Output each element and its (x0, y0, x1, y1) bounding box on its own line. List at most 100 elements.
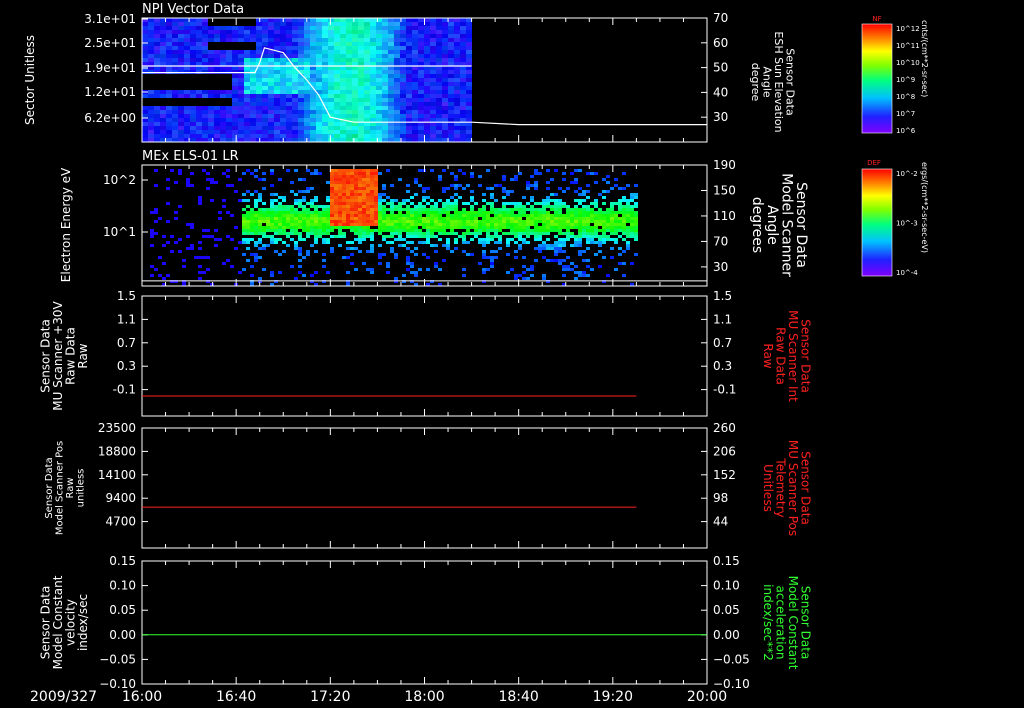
heat-cell (460, 30, 466, 34)
heat-cell (406, 26, 412, 30)
heat-cell (436, 94, 442, 98)
heat-cell (340, 94, 346, 98)
heat-cell (378, 205, 382, 208)
heat-cell (148, 130, 154, 134)
heat-cell (310, 202, 314, 205)
heat-cell (310, 70, 316, 74)
heat-cell (342, 232, 346, 235)
heat-cell (154, 268, 158, 271)
heat-cell (490, 187, 494, 190)
heat-cell (350, 220, 354, 223)
heat-cell (316, 74, 322, 78)
heat-cell (594, 253, 598, 256)
heat-cell (618, 262, 622, 265)
heat-cell (558, 262, 562, 265)
heat-cell (626, 211, 630, 214)
heat-cell (184, 134, 190, 138)
heat-cell (538, 250, 542, 253)
heat-cell (282, 217, 286, 220)
heat-cell (388, 74, 394, 78)
heat-cell (282, 232, 286, 235)
heat-cell (630, 199, 634, 202)
heat-cell (346, 30, 352, 34)
heat-cell (310, 94, 316, 98)
heat-cell (232, 90, 238, 94)
heat-cell (376, 38, 382, 42)
heat-cell (280, 106, 286, 110)
heat-cell (280, 126, 286, 130)
heat-cell (350, 223, 354, 226)
heat-cell (330, 205, 334, 208)
heat-cell (330, 172, 334, 175)
heat-cell (208, 90, 214, 94)
heat-cell (400, 38, 406, 42)
heat-cell (498, 238, 502, 241)
heat-cell (442, 38, 448, 42)
heat-cell (352, 78, 358, 82)
heat-cell (446, 214, 450, 217)
heat-cell (184, 50, 190, 54)
heat-cell (394, 26, 400, 30)
heat-cell (186, 184, 190, 187)
heat-cell (578, 202, 582, 205)
heat-cell (334, 211, 338, 214)
heat-cell (466, 134, 472, 138)
heat-cell (190, 82, 196, 86)
heat-cell (154, 58, 160, 62)
time-minor-ticks (141, 296, 708, 416)
heat-cell (482, 253, 486, 256)
heat-cell (386, 241, 390, 244)
heat-cell (358, 169, 362, 172)
heat-cell (622, 250, 626, 253)
tick-label: 190 (713, 158, 736, 172)
heat-cell (626, 226, 630, 229)
tick-label: 6.2e+00 (84, 111, 136, 125)
heat-cell (232, 114, 238, 118)
heat-cell (178, 106, 184, 110)
heat-cell (334, 26, 340, 30)
heat-cell (470, 175, 474, 178)
heat-cell (226, 42, 232, 46)
heat-cell (366, 202, 370, 205)
heat-cell (178, 134, 184, 138)
heat-cell (458, 235, 462, 238)
heat-cell (430, 110, 436, 114)
heat-cell (406, 229, 410, 232)
heat-cell (214, 122, 220, 126)
heat-cell (334, 187, 338, 190)
heat-cell (538, 208, 542, 211)
heat-cell (458, 211, 462, 214)
colorbar-tick-label: 10^-3 (896, 220, 918, 228)
heat-cell (278, 211, 282, 214)
heat-cell (362, 238, 366, 241)
heat-cell (342, 178, 346, 181)
heat-cell (306, 226, 310, 229)
heat-cell (196, 26, 202, 30)
heat-cell (350, 217, 354, 220)
heat-cell (342, 211, 346, 214)
heat-cell (172, 86, 178, 90)
tick-label: 0.10 (713, 579, 740, 593)
heat-cell (274, 214, 278, 217)
heat-cell (208, 46, 214, 50)
heat-cell (374, 211, 378, 214)
heat-cell (280, 110, 286, 114)
heat-cell (498, 217, 502, 220)
heat-cell (196, 46, 202, 50)
heat-cell (406, 110, 412, 114)
heat-cell (400, 58, 406, 62)
heat-cell (346, 196, 350, 199)
time-tick-label: 18:40 (498, 689, 538, 705)
heat-cell (478, 208, 482, 211)
heat-cell (458, 226, 462, 229)
heat-cell (400, 82, 406, 86)
heat-cell (494, 211, 498, 214)
heat-cell (518, 202, 522, 205)
heat-cell (246, 259, 250, 262)
heat-cell (254, 241, 258, 244)
heat-cell (418, 205, 422, 208)
heat-cell (490, 220, 494, 223)
heat-cell (190, 30, 196, 34)
heat-cell (214, 38, 220, 42)
heat-cell (470, 208, 474, 211)
